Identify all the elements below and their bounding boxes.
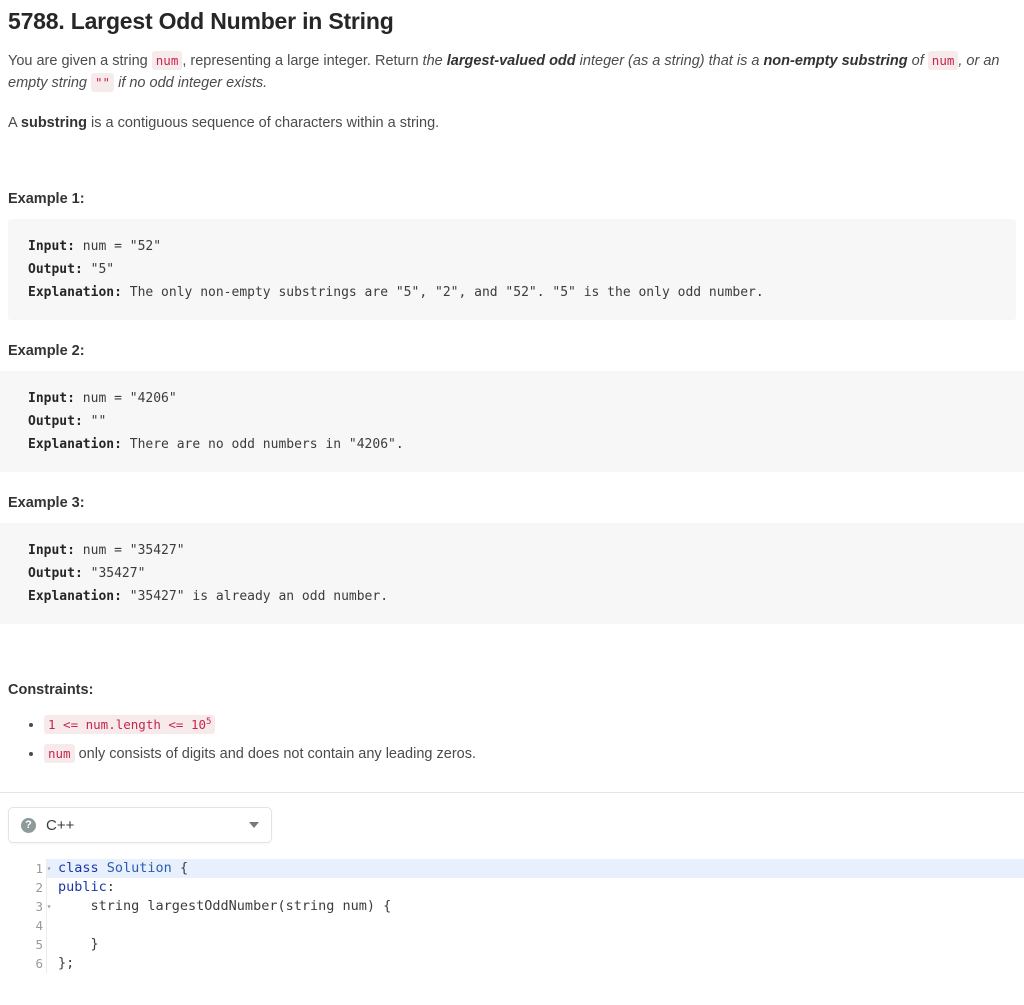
code-token: : xyxy=(107,879,115,895)
example-3-explanation-label: Explanation: xyxy=(28,589,122,604)
inline-code-num-1: num xyxy=(152,51,183,70)
code-line[interactable]: 6}; xyxy=(0,954,1024,973)
question-mark-icon[interactable]: ? xyxy=(21,818,36,833)
constraint-1-main: 1 <= num.length <= 10 xyxy=(48,717,206,732)
code-line-text[interactable]: public: xyxy=(58,878,1024,897)
gutter-separator xyxy=(46,935,58,954)
line-number: 6 xyxy=(0,954,46,973)
example-1-block-wrap: Input: num = "52" Output: "5" Explanatio… xyxy=(0,219,1024,320)
constraints-section: Constraints: 1 <= num.length <= 105 num … xyxy=(0,682,1024,767)
example-3-output-value: "35427" xyxy=(83,566,146,581)
chevron-down-icon[interactable] xyxy=(249,822,259,828)
example-1-explanation-label: Explanation: xyxy=(28,285,122,300)
constraint-1-exponent: 5 xyxy=(206,717,211,727)
example-3-heading-wrap: Example 3: xyxy=(0,495,1024,511)
example-1-input-value: num = "52" xyxy=(75,239,161,254)
code-token: public xyxy=(58,879,107,895)
description-paragraph-2: A substring is a contiguous sequence of … xyxy=(8,113,1016,134)
code-token: string largestOddNumber(string num) { xyxy=(58,898,391,914)
fold-triangle-icon[interactable]: ▾ xyxy=(44,897,54,916)
problem-page: 5788. Largest Odd Number in String You a… xyxy=(0,0,1024,1005)
code-editor[interactable]: 1▾class Solution {2public:3▾ string larg… xyxy=(0,859,1024,973)
constraint-item-2: num only consists of digits and does not… xyxy=(44,741,1016,767)
example-3-output-label: Output: xyxy=(28,566,83,581)
code-token: { xyxy=(172,860,188,876)
line-number: 1▾ xyxy=(0,859,46,878)
example-2-explanation-label: Explanation: xyxy=(28,437,122,452)
example-1-output-label: Output: xyxy=(28,262,83,277)
example-3-heading: Example 3: xyxy=(8,495,1016,511)
example-2-explanation-value: There are no odd numbers in "4206". xyxy=(122,437,404,452)
substring-term: substring xyxy=(21,115,87,131)
code-token: class xyxy=(58,860,107,876)
example-1-block: Input: num = "52" Output: "5" Explanatio… xyxy=(8,219,1016,320)
desc-bolditalic-2: non-empty substring xyxy=(763,53,907,69)
desc-text-2: , representing a large integer. Return xyxy=(182,53,422,69)
example-3-input-value: num = "35427" xyxy=(75,543,185,558)
constraint-1-code: 1 <= num.length <= 105 xyxy=(44,715,215,734)
example-3-block: Input: num = "35427" Output: "35427" Exp… xyxy=(0,523,1024,624)
line-number: 2 xyxy=(0,878,46,897)
desc-italic-2: integer (as a string) that is a xyxy=(576,53,764,69)
constraint-2-code: num xyxy=(44,744,75,763)
code-line[interactable]: 4 xyxy=(0,916,1024,935)
language-selector-wrap: ? C++ xyxy=(0,793,1024,843)
gutter-separator xyxy=(46,878,58,897)
code-line[interactable]: 5 } xyxy=(0,935,1024,954)
example-1-input-label: Input: xyxy=(28,239,75,254)
code-token: } xyxy=(58,936,99,952)
constraints-heading: Constraints: xyxy=(8,682,1016,698)
example-3-explanation-value: "35427" is already an odd number. xyxy=(122,589,388,604)
code-line-text[interactable]: } xyxy=(58,935,1024,954)
constraints-list: 1 <= num.length <= 105 num only consists… xyxy=(8,710,1016,767)
example-2-output-value: "" xyxy=(83,414,106,429)
code-token: }; xyxy=(58,955,74,971)
language-select-value: C++ xyxy=(46,817,249,834)
code-token: Solution xyxy=(107,860,172,876)
example-3-block-wrap: Input: num = "35427" Output: "35427" Exp… xyxy=(0,523,1024,624)
problem-description: You are given a string num, representing… xyxy=(0,50,1024,134)
page-title: 5788. Largest Odd Number in String xyxy=(0,0,1024,36)
desc-italic-5: if no odd integer exists. xyxy=(114,75,267,91)
constraint-2-text: only consists of digits and does not con… xyxy=(75,746,476,762)
example-2-input-label: Input: xyxy=(28,391,75,406)
inline-code-empty-string: "" xyxy=(91,73,114,92)
desc-bolditalic-1: largest-valued odd xyxy=(447,53,576,69)
gutter-separator xyxy=(46,916,58,935)
constraint-item-1: 1 <= num.length <= 105 xyxy=(44,710,1016,738)
code-line[interactable]: 2 public: xyxy=(0,878,1024,897)
desc-italic-3: of xyxy=(908,53,928,69)
example-2-heading: Example 2: xyxy=(8,343,1016,359)
gutter-separator xyxy=(46,954,58,973)
example-2-heading-wrap: Example 2: xyxy=(0,343,1024,359)
code-line[interactable]: 1▾ class Solution { xyxy=(0,859,1024,878)
inline-code-num-2: num xyxy=(928,51,959,70)
substring-def-suffix: is a contiguous sequence of characters w… xyxy=(87,115,439,131)
fold-triangle-icon[interactable]: ▾ xyxy=(44,859,54,878)
desc-text-1: You are given a string xyxy=(8,53,152,69)
code-line-text[interactable]: }; xyxy=(58,954,1024,973)
line-number: 5 xyxy=(0,935,46,954)
example-2-output-label: Output: xyxy=(28,414,83,429)
example-1-output-value: "5" xyxy=(83,262,114,277)
line-number: 4 xyxy=(0,916,46,935)
code-line-text[interactable] xyxy=(58,916,1024,935)
description-paragraph-1: You are given a string num, representing… xyxy=(8,50,1016,94)
example-1-explanation-value: The only non-empty substrings are "5", "… xyxy=(122,285,764,300)
code-line-text[interactable]: class Solution { xyxy=(58,859,1024,878)
code-line[interactable]: 3▾ string largestOddNumber(string num) { xyxy=(0,897,1024,916)
language-select[interactable]: ? C++ xyxy=(8,807,272,843)
substring-def-prefix: A xyxy=(8,115,21,131)
example-2-block-wrap: Input: num = "4206" Output: "" Explanati… xyxy=(0,371,1024,472)
example-3-input-label: Input: xyxy=(28,543,75,558)
line-number: 3▾ xyxy=(0,897,46,916)
example-1-heading: Example 1: xyxy=(8,191,1016,207)
example-2-input-value: num = "4206" xyxy=(75,391,177,406)
example-1-heading-wrap: Example 1: xyxy=(0,191,1024,207)
example-2-block: Input: num = "4206" Output: "" Explanati… xyxy=(0,371,1024,472)
desc-italic-1: the xyxy=(423,53,447,69)
code-line-text[interactable]: string largestOddNumber(string num) { xyxy=(58,897,1024,916)
